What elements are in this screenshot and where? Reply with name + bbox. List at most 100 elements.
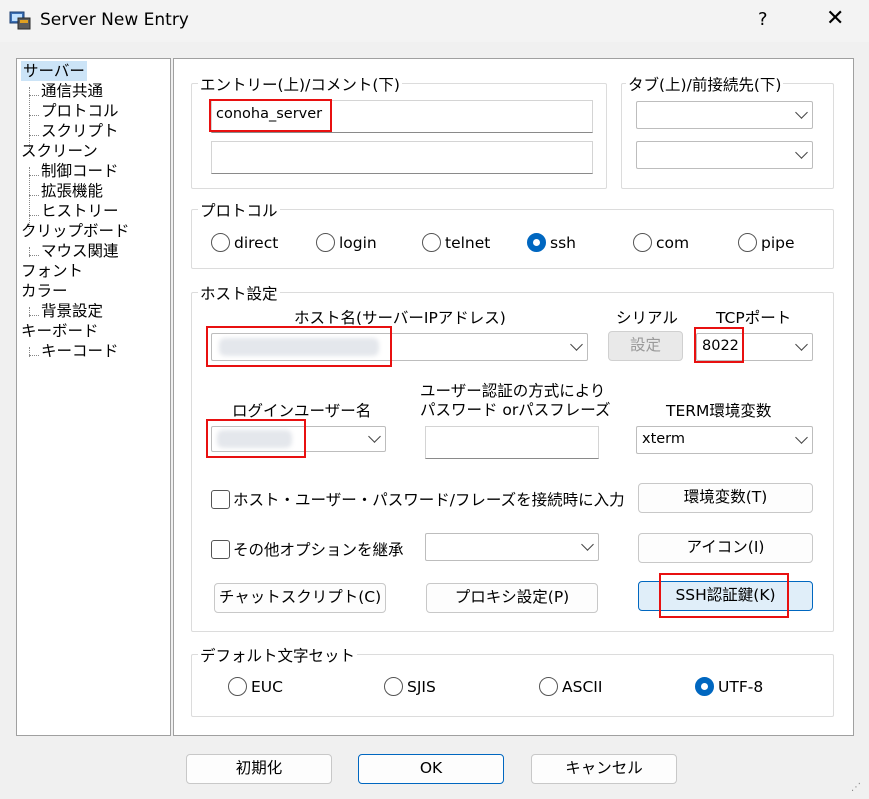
close-button[interactable]: ✕: [826, 6, 844, 31]
radio-circle: [316, 233, 335, 252]
term-value: xterm: [642, 431, 686, 447]
highlight-box: [206, 326, 392, 367]
tree-line: [29, 175, 39, 176]
tree-line: [29, 215, 39, 216]
protocol-group-label: プロトコル: [198, 199, 280, 221]
radio-euc[interactable]: EUC: [228, 677, 283, 696]
radio-circle: [738, 233, 757, 252]
settings-tree: サーバー 通信共通 プロトコル スクリプト スクリーン 制御コード 拡張機能 ヒ…: [16, 58, 171, 736]
tree-item-comm[interactable]: 通信共通: [41, 81, 103, 101]
chevron-down-icon: [368, 430, 381, 443]
radio-login[interactable]: login: [316, 233, 377, 252]
hostname-label: ホスト名(サーバーIPアドレス): [294, 309, 506, 327]
chevron-down-icon: [795, 338, 808, 351]
radio-circle: [633, 233, 652, 252]
entry-group-label: エントリー(上)/コメント(下): [198, 73, 402, 95]
tree-item-clipboard[interactable]: クリップボード: [21, 221, 130, 241]
tree-item-extension[interactable]: 拡張機能: [41, 181, 103, 201]
highlight-box: [659, 573, 789, 618]
inherit-options-checkbox[interactable]: その他オプションを継承: [211, 538, 404, 560]
login-user-label: ログインユーザー名: [232, 402, 372, 420]
tab-group-label: タブ(上)/前接続先(下): [626, 73, 784, 95]
radio-label: ASCII: [562, 677, 603, 696]
radio-label: login: [339, 233, 377, 252]
charset-group-label: デフォルト文字セット: [198, 644, 358, 666]
tree-item-mouse[interactable]: マウス関連: [41, 241, 119, 261]
initialize-button[interactable]: 初期化: [186, 754, 332, 784]
tab-select[interactable]: [636, 101, 813, 129]
tree-item-control-code[interactable]: 制御コード: [41, 161, 119, 181]
app-icon: [9, 11, 31, 30]
radio-ascii[interactable]: ASCII: [539, 677, 602, 696]
chevron-down-icon: [795, 106, 808, 119]
auth-label-2: パスワード orパスフレーズ: [420, 401, 611, 419]
highlight-box: [206, 419, 306, 458]
highlight-box: [209, 99, 332, 132]
radio-label: telnet: [445, 233, 491, 252]
ok-button[interactable]: OK: [358, 754, 504, 784]
settings-panel: エントリー(上)/コメント(下) conoha_server タブ(上)/前接続…: [173, 58, 854, 736]
tree-item-screen[interactable]: スクリーン: [21, 141, 98, 161]
tree-item-keycode[interactable]: キーコード: [41, 341, 119, 361]
term-label: TERM環境変数: [666, 402, 772, 420]
serial-label: シリアル: [616, 309, 678, 327]
tree-line: [29, 135, 39, 136]
tree-line: [29, 167, 30, 229]
radio-com[interactable]: com: [633, 233, 689, 252]
resize-grip-icon[interactable]: ⋰: [851, 782, 861, 793]
proxy-settings-button[interactable]: プロキシ設定(P): [426, 583, 598, 613]
tree-item-script[interactable]: スクリプト: [41, 121, 119, 141]
host-group-label: ホスト設定: [198, 282, 280, 304]
tree-line: [29, 315, 39, 316]
icon-button[interactable]: アイコン(I): [638, 533, 813, 563]
highlight-box: [694, 327, 744, 363]
radio-label: SJIS: [407, 677, 436, 696]
tree-line: [29, 355, 39, 356]
radio-label: ssh: [550, 233, 576, 252]
chat-script-button[interactable]: チャットスクリプト(C): [214, 583, 386, 613]
radio-pipe[interactable]: pipe: [738, 233, 795, 252]
tree-item-history[interactable]: ヒストリー: [41, 201, 119, 221]
radio-label: UTF-8: [718, 677, 764, 696]
cancel-button[interactable]: キャンセル: [531, 754, 677, 784]
tree-line: [29, 195, 39, 196]
radio-circle-selected: [527, 233, 546, 252]
input-on-connect-checkbox[interactable]: ホスト・ユーザー・パスワード/フレーズを接続時に入力: [211, 488, 625, 510]
radio-telnet[interactable]: telnet: [422, 233, 490, 252]
tree-line: [29, 115, 39, 116]
radio-circle-selected: [695, 677, 714, 696]
checkbox-box: [211, 489, 230, 509]
radio-circle: [539, 677, 558, 696]
window-title: Server New Entry: [40, 10, 189, 30]
tab-group: [621, 83, 834, 189]
entry-comment-input[interactable]: [211, 141, 593, 174]
chevron-down-icon: [570, 338, 583, 351]
tree-item-server[interactable]: サーバー: [21, 61, 87, 81]
radio-label: EUC: [251, 677, 283, 696]
prev-connection-select[interactable]: [636, 141, 813, 169]
password-input[interactable]: [425, 426, 599, 459]
tree-item-keyboard[interactable]: キーボード: [21, 321, 99, 341]
radio-utf8[interactable]: UTF-8: [695, 677, 763, 696]
tree-line: [29, 255, 39, 256]
tree-item-font[interactable]: フォント: [21, 261, 83, 281]
checkbox-label: その他オプションを継承: [233, 541, 404, 559]
chevron-down-icon: [795, 431, 808, 444]
tree-item-background[interactable]: 背景設定: [41, 301, 103, 321]
radio-ssh[interactable]: ssh: [527, 233, 576, 252]
radio-circle: [384, 677, 403, 696]
checkbox-box: [211, 539, 230, 559]
radio-sjis[interactable]: SJIS: [384, 677, 436, 696]
chevron-down-icon: [795, 146, 808, 159]
checkbox-label: ホスト・ユーザー・パスワード/フレーズを接続時に入力: [233, 491, 625, 509]
tree-line: [29, 95, 39, 96]
inherit-options-select[interactable]: [425, 533, 599, 561]
help-button[interactable]: ?: [758, 9, 768, 30]
env-vars-button[interactable]: 環境変数(T): [638, 483, 813, 513]
term-select[interactable]: xterm: [636, 426, 813, 454]
serial-settings-button[interactable]: 設定: [608, 331, 683, 361]
tree-item-color[interactable]: カラー: [21, 281, 68, 301]
radio-direct[interactable]: direct: [211, 233, 278, 252]
tree-item-protocol[interactable]: プロトコル: [41, 101, 119, 121]
tree-line: [29, 87, 30, 149]
